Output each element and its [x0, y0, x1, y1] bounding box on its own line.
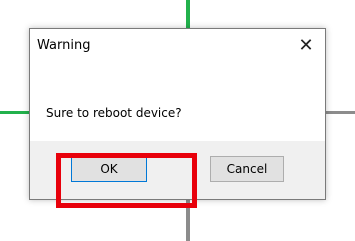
- close-icon[interactable]: ✕: [293, 33, 319, 59]
- background-line-left: [0, 111, 30, 114]
- screen: Warning ✕ Sure to reboot device? OK Canc…: [0, 0, 355, 241]
- ok-button[interactable]: OK: [71, 156, 147, 182]
- background-line-right: [326, 111, 355, 114]
- dialog-message: Sure to reboot device?: [46, 106, 182, 120]
- dialog-title: Warning: [37, 38, 91, 53]
- cancel-button[interactable]: Cancel: [210, 156, 284, 182]
- background-line-bottom: [186, 200, 190, 241]
- dialog-button-bar: OK Cancel: [30, 141, 325, 199]
- dialog-titlebar: Warning ✕: [30, 29, 325, 65]
- warning-dialog: Warning ✕ Sure to reboot device? OK Canc…: [29, 28, 326, 200]
